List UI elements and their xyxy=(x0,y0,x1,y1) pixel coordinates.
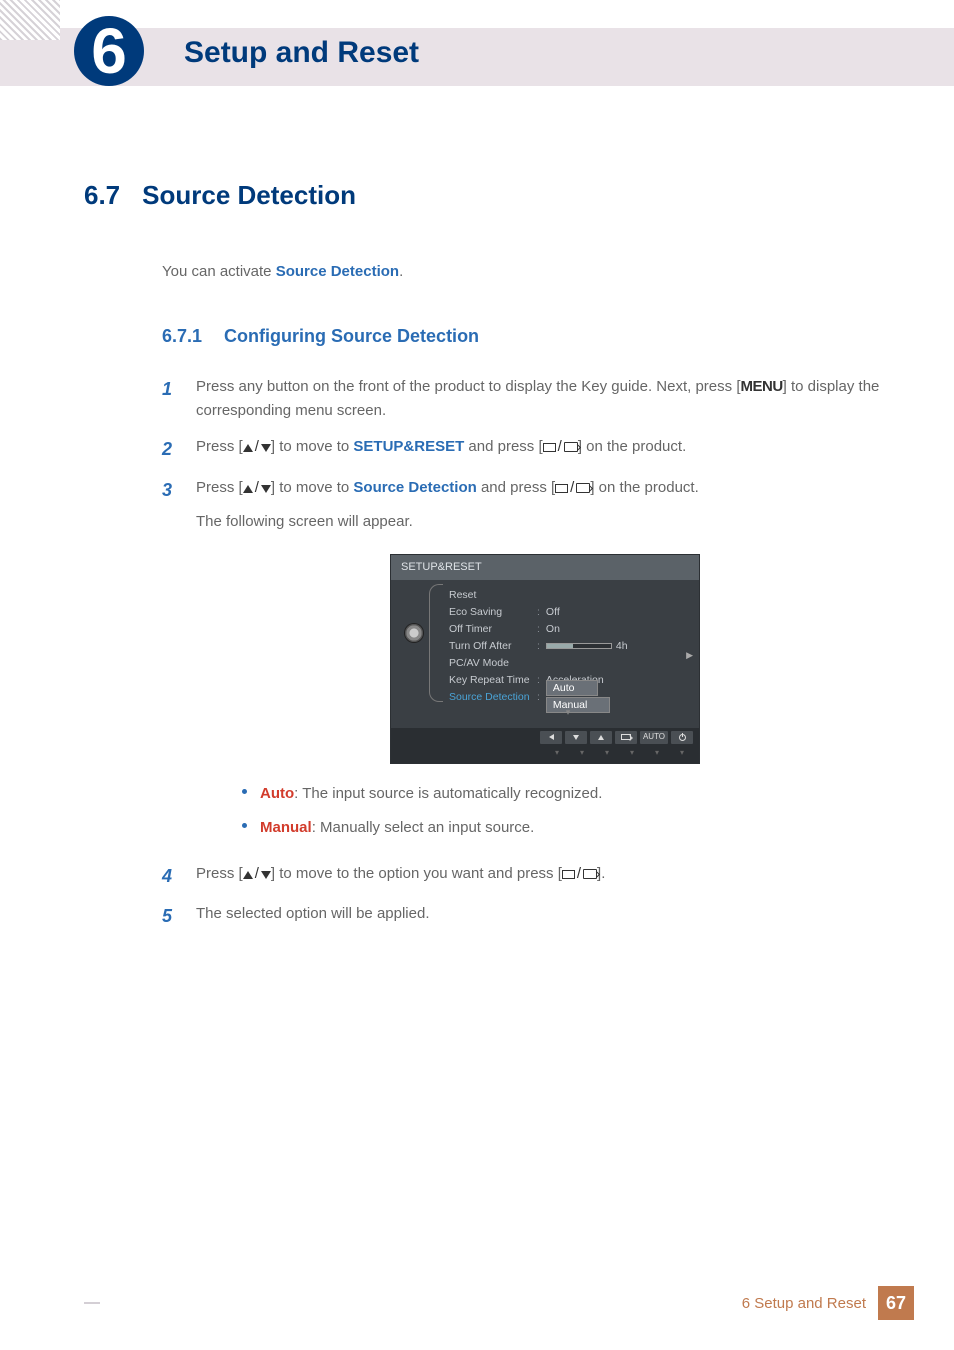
step-3-text-b: ] to move to xyxy=(271,479,354,496)
slash-icon: / xyxy=(575,865,583,882)
intro-paragraph: You can activate Source Detection. xyxy=(162,263,894,280)
step-5-text: The selected option will be applied. xyxy=(196,902,894,931)
bullet-manual-hl: Manual xyxy=(260,819,312,836)
rect-icon xyxy=(555,478,568,502)
step-number: 3 xyxy=(162,476,178,850)
section-heading: 6.7 Source Detection xyxy=(84,180,894,211)
page-number: 67 xyxy=(878,1286,914,1320)
rect-icon xyxy=(562,864,575,888)
step-1: 1 Press any button on the front of the p… xyxy=(162,375,894,423)
slash-icon: / xyxy=(253,479,261,496)
page-footer: 6 Setup and Reset 67 xyxy=(0,1286,954,1320)
up-icon xyxy=(243,478,253,502)
down-icon xyxy=(261,478,271,502)
step-3: 3 Press [/] to move to Source Detection … xyxy=(162,476,894,850)
osd-eco-val: Off xyxy=(546,604,560,621)
osd-screenshot: SETUP&RESET Reset Eco Saving:Off Off Tim… xyxy=(390,554,700,764)
step-3-followup: The following screen will appear. xyxy=(196,510,894,534)
up-icon xyxy=(243,437,253,461)
step-3-text-d: ] on the product. xyxy=(590,479,698,496)
step-number: 1 xyxy=(162,375,178,423)
step-3-text-c: and press [ xyxy=(477,479,555,496)
rect-icon xyxy=(543,437,556,461)
osd-source-opt1: Auto xyxy=(546,680,598,696)
step-4-text-a: Press [ xyxy=(196,865,243,882)
bullet-auto-hl: Auto xyxy=(260,785,294,802)
intro-suffix: . xyxy=(399,263,403,280)
step-2-text-b: ] to move to xyxy=(271,438,354,455)
step-2: 2 Press [ / ] to move to SETUP&RESET and p… xyxy=(162,435,894,464)
section-title: Source Detection xyxy=(142,180,356,211)
osd-keyrepeat-label: Key Repeat Time xyxy=(449,672,537,689)
intro-keyword: Source Detection xyxy=(276,263,399,280)
osd-enter-button xyxy=(615,731,637,744)
subsection-heading: 6.7.1 Configuring Source Detection xyxy=(162,326,894,347)
enter-icon xyxy=(583,864,597,888)
chapter-title: Setup and Reset xyxy=(184,36,419,70)
chevron-right-icon: ▶ xyxy=(686,648,693,662)
step-5: 5 The selected option will be applied. xyxy=(162,902,894,931)
osd-button-bar: AUTO xyxy=(391,728,699,747)
osd-auto-button: AUTO xyxy=(640,731,668,744)
gear-icon xyxy=(405,624,423,642)
section-number: 6.7 xyxy=(84,180,120,211)
step-number: 5 xyxy=(162,902,178,931)
step-1-text-a: Press any button on the front of the pro… xyxy=(196,378,740,395)
slash-icon: / xyxy=(253,438,261,455)
step-4: 4 Press [ / ] to move to the option you wa… xyxy=(162,862,894,891)
step-2-text-c: and press [ xyxy=(464,438,542,455)
step-3-text-a: Press [ xyxy=(196,479,243,496)
osd-offtimer-label: Off Timer xyxy=(449,621,537,638)
slash-icon: / xyxy=(556,438,564,455)
bullet-auto: Auto: The input source is automatically … xyxy=(238,782,894,806)
subsection-title: Configuring Source Detection xyxy=(224,326,479,347)
step-3-keyword: Source Detection xyxy=(353,479,476,496)
osd-up-button xyxy=(590,731,612,744)
step-2-keyword: SETUP&RESET xyxy=(353,438,464,455)
down-icon xyxy=(261,437,271,461)
osd-title: SETUP&RESET xyxy=(391,555,699,581)
osd-reset-label: Reset xyxy=(449,587,537,604)
up-icon xyxy=(243,864,253,888)
intro-prefix: You can activate xyxy=(162,263,276,280)
chapter-number: 6 xyxy=(91,19,127,83)
step-2-text-a: Press [ xyxy=(196,438,243,455)
osd-turnoff-label: Turn Off After xyxy=(449,638,537,655)
down-icon xyxy=(261,864,271,888)
osd-source-opt2: Manual xyxy=(546,697,610,713)
step-2-text-d: ] on the product. xyxy=(578,438,686,455)
enter-icon xyxy=(564,437,578,461)
menu-keyword: MENU xyxy=(740,378,782,395)
step-4-text-b: ] to move to the option you want and pre… xyxy=(271,865,562,882)
scroll-down-icon: ▾ xyxy=(437,705,699,721)
enter-icon xyxy=(576,478,590,502)
step-number: 4 xyxy=(162,862,178,891)
subsection-number: 6.7.1 xyxy=(162,326,202,347)
footer-text: 6 Setup and Reset xyxy=(742,1295,866,1312)
osd-down-button xyxy=(565,731,587,744)
osd-eco-label: Eco Saving xyxy=(449,604,537,621)
chapter-badge: 6 xyxy=(74,16,144,86)
osd-pcav-label: PC/AV Mode xyxy=(449,655,537,672)
osd-offtimer-val: On xyxy=(546,621,560,638)
osd-turnoff-val: 4h xyxy=(616,638,628,655)
step-number: 2 xyxy=(162,435,178,464)
bullet-manual-text: : Manually select an input source. xyxy=(312,819,535,836)
bullet-manual: Manual: Manually select an input source. xyxy=(238,816,894,840)
osd-back-button xyxy=(540,731,562,744)
corner-hatch xyxy=(0,0,60,40)
osd-source-label: Source Detection xyxy=(449,689,537,706)
bullet-auto-text: : The input source is automatically reco… xyxy=(294,785,602,802)
slash-icon: / xyxy=(568,479,576,496)
osd-power-button xyxy=(671,731,693,744)
slash-icon: / xyxy=(253,865,261,882)
